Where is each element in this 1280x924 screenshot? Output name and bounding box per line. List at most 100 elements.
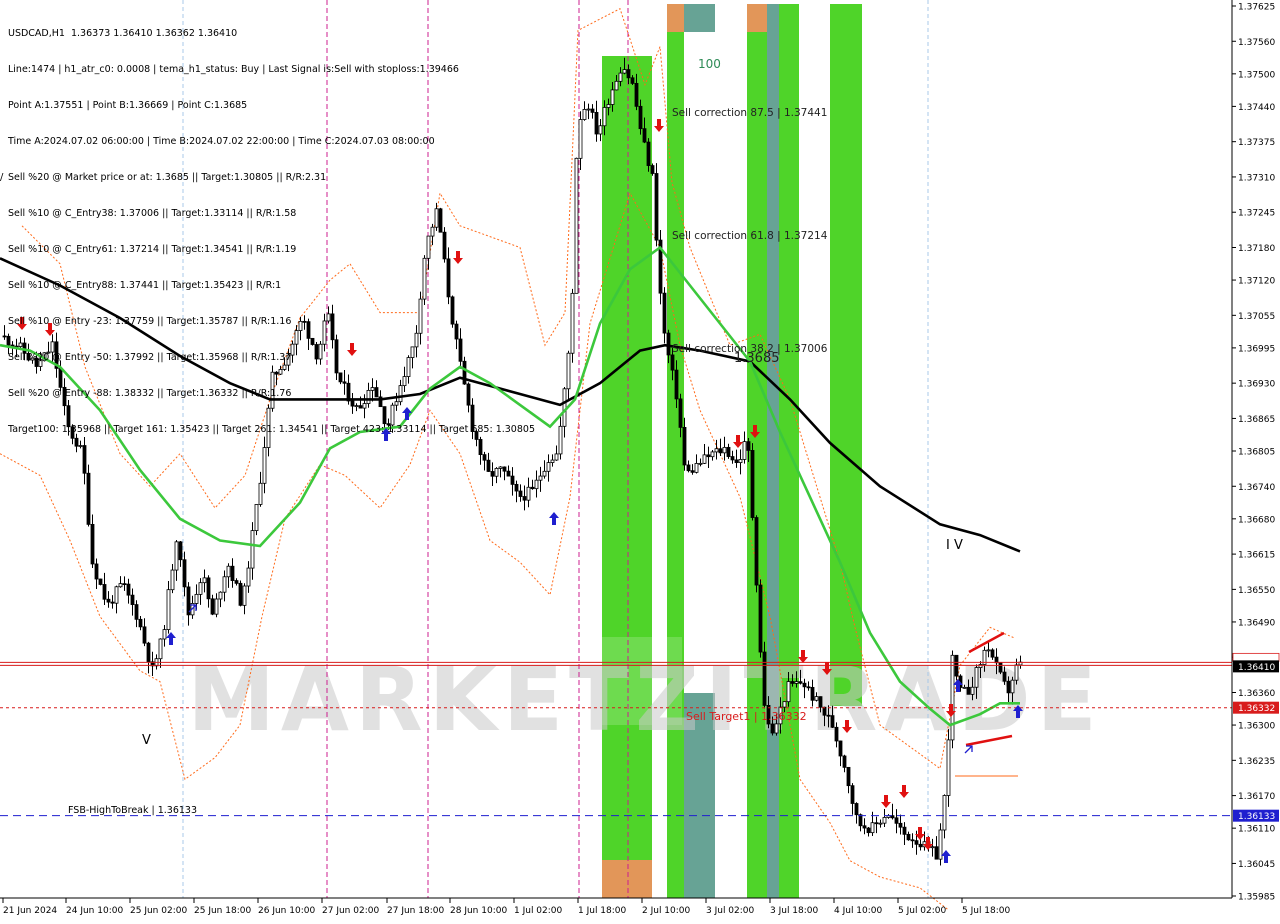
x-tick-label: 24 Jun 10:00: [66, 906, 123, 916]
chart-area[interactable]: MARKETZITRADE 100 Sell correction 87.5 |…: [0, 0, 1280, 920]
x-tick-label: 28 Jun 10:00: [450, 906, 507, 916]
candle-bear: [178, 541, 183, 561]
x-tick-label: 21 Jun 2024: [3, 906, 57, 916]
x-tick-label: 1 Jul 18:00: [578, 906, 627, 916]
candle-bull: [218, 591, 223, 600]
candle-bear: [686, 464, 691, 472]
candle-bear: [650, 165, 655, 174]
x-tick-label: 3 Jul 18:00: [770, 906, 819, 916]
candle-bear: [730, 456, 735, 461]
candle-bear: [646, 141, 651, 166]
candle-bear: [898, 822, 903, 828]
candle-bull: [794, 681, 799, 684]
info-line-entry-50: Sell %20 @ Entry -50: 1.37992 || Target:…: [8, 352, 292, 363]
sell-arrow: [881, 795, 891, 808]
y-tick-label: 1.36360: [1238, 689, 1275, 699]
info-line-entry38: Sell %10 @ C_Entry38: 1.37006 || Target:…: [8, 208, 297, 219]
candle-bull: [254, 504, 259, 532]
buy-arrow: [941, 850, 951, 863]
candle-bull: [930, 846, 935, 849]
candle-bull: [586, 108, 591, 111]
candle-bear: [94, 563, 99, 580]
x-tick-label: 3 Jul 02:00: [706, 906, 755, 916]
info-line-entry88: Sell %10 @ C_Entry88: 1.37441 || Target:…: [8, 280, 282, 291]
candle-bull: [214, 598, 219, 615]
y-tick-label: 1.36865: [1238, 415, 1275, 425]
y-tick-label: 1.37245: [1238, 209, 1275, 219]
buy-arrow: [549, 512, 559, 525]
candle-bear: [682, 426, 687, 466]
y-tick-label: 1.36170: [1238, 792, 1275, 802]
candle-bull: [610, 89, 615, 105]
candle-bull: [546, 462, 551, 472]
y-tick-label: 1.37120: [1238, 277, 1275, 287]
candle-bear: [834, 726, 839, 742]
candle-bull: [242, 585, 247, 606]
candle-bear: [830, 715, 835, 728]
candle-bull: [246, 567, 251, 587]
candle-bear: [638, 105, 643, 130]
candle-bull: [250, 530, 255, 569]
candle-bull: [606, 104, 611, 108]
candle-bear: [966, 686, 971, 695]
candle-bear: [894, 817, 899, 824]
x-tick-label: 4 Jul 10:00: [834, 906, 883, 916]
candle-bear: [102, 584, 107, 600]
candle-bull: [974, 667, 979, 688]
zone-band: [667, 32, 684, 898]
x-tick-label: 25 Jun 02:00: [130, 906, 187, 916]
y-tick-label: 1.37440: [1238, 103, 1275, 113]
candle-bull: [598, 125, 603, 135]
candle-bear: [750, 450, 755, 518]
info-panel: USDCAD,H1 1.36373 1.36410 1.36362 1.3641…: [8, 4, 535, 460]
candle-bear: [810, 686, 815, 701]
candle-bear: [674, 369, 679, 400]
sell-arrow: [733, 435, 743, 448]
info-line-entry-23: Sell %10 @ Entry -23: 1.37759 || Target:…: [8, 316, 292, 327]
y-tick-label: 1.37625: [1238, 3, 1275, 13]
sell-target-tag-label: 1.36332: [1238, 704, 1275, 714]
candle-bull: [202, 577, 207, 584]
candle-bull: [722, 446, 727, 454]
y-tick-label: 1.36680: [1238, 515, 1275, 525]
x-tick-label: 1 Jul 02:00: [514, 906, 563, 916]
candle-bear: [846, 766, 851, 787]
candle-bear: [902, 826, 907, 835]
x-tick-label: 2 Jul 10:00: [642, 906, 691, 916]
candle-bear: [910, 839, 915, 842]
candle-bear: [530, 486, 535, 490]
candle-bear: [666, 332, 671, 356]
y-tick-label: 1.37500: [1238, 70, 1275, 80]
candle-bull: [710, 451, 715, 458]
candle-bull: [878, 822, 883, 825]
info-line-entry61: Sell %10 @ C_Entry61: 1.37214 || Target:…: [8, 244, 297, 255]
candle-bull: [226, 565, 231, 578]
candle-bull: [198, 582, 203, 595]
candle-bear: [594, 111, 599, 135]
candle-bull: [614, 80, 619, 91]
candle-bull: [962, 686, 967, 689]
candle-bull: [622, 69, 627, 74]
candle-bear: [990, 649, 995, 658]
candle-bear: [138, 618, 143, 628]
candle-bull: [618, 72, 623, 82]
zone-band: [747, 4, 767, 32]
y-tick-label: 1.36300: [1238, 722, 1275, 732]
zone-band: [767, 32, 779, 898]
info-line-sell-market: Sell %20 @ Market price or at: 1.3685 ||…: [8, 172, 327, 183]
y-tick-label: 1.36550: [1238, 586, 1275, 596]
candle-bull: [938, 829, 943, 860]
y-tick-label: 1.37560: [1238, 38, 1275, 48]
candle-bull: [118, 583, 123, 588]
info-line-symbol: USDCAD,H1 1.36373 1.36410 1.36362 1.3641…: [8, 28, 238, 39]
candle-bear: [2, 335, 7, 338]
current-price-upper-tag: [1232, 652, 1280, 662]
candle-bear: [754, 517, 759, 586]
candle-bear: [106, 598, 111, 603]
candle-bear: [858, 814, 863, 827]
candle-bull: [174, 541, 179, 571]
candle-bear: [1002, 671, 1007, 682]
candle-bull: [166, 589, 171, 630]
sell-target-1: Sell Target1 | 1.36332: [686, 710, 807, 723]
candle-bear: [758, 584, 763, 653]
